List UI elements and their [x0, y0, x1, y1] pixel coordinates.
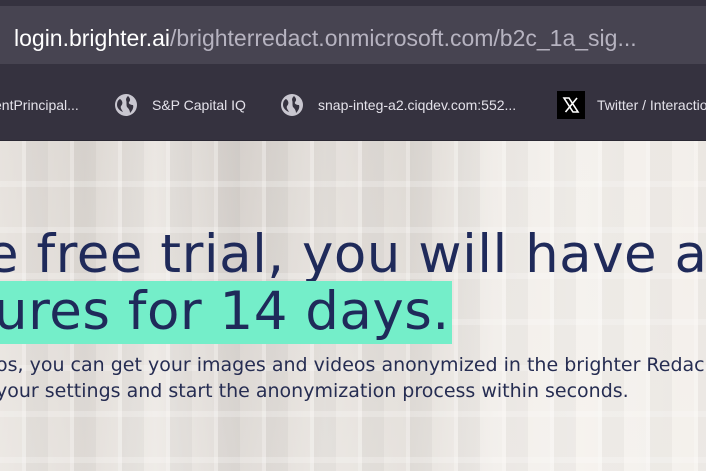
url-path: /brighterredact.onmicrosoft.com/b2c_1a_s…	[170, 25, 637, 51]
bookmark-label: snap-integ-a2.ciqdev.com:552...	[318, 97, 517, 113]
subtext-line-2: your settings and start the anonymizatio…	[0, 380, 629, 402]
bookmark-label: entPrincipal...	[0, 97, 79, 113]
highlighted-text: ures for 14 days.	[0, 281, 452, 344]
bookmark-item-principal[interactable]: entPrincipal...	[0, 92, 79, 118]
bookmark-label: Twitter / Interactio	[597, 97, 706, 113]
browser-toolbar: login.brighter.ai/brighterredact.onmicro…	[0, 0, 706, 70]
url-text[interactable]: login.brighter.ai/brighterredact.onmicro…	[14, 24, 637, 52]
address-bar[interactable]: login.brighter.ai/brighterredact.onmicro…	[0, 6, 706, 64]
bookmark-item-snap-integ[interactable]: snap-integ-a2.ciqdev.com:552...	[280, 92, 516, 118]
bookmark-item-twitter[interactable]: Twitter / Interactio	[557, 91, 706, 119]
bookmark-label: S&P Capital IQ	[152, 97, 246, 113]
headline-line-2: ures for 14 days.	[0, 281, 452, 344]
bookmarks-bar: entPrincipal... S&P Capital IQ snap-inte…	[0, 70, 706, 141]
bookmark-item-sp-capital-iq[interactable]: S&P Capital IQ	[114, 92, 246, 118]
x-logo-icon	[557, 91, 585, 119]
hero-section: e free trial, you will have acce ures fo…	[0, 141, 706, 471]
headline-line-1: e free trial, you will have acce	[0, 224, 706, 285]
subtext-line-1: os, you can get your images and videos a…	[0, 354, 705, 376]
globe-icon	[281, 94, 303, 116]
globe-icon	[115, 94, 137, 116]
url-host: login.brighter.ai	[14, 25, 170, 51]
